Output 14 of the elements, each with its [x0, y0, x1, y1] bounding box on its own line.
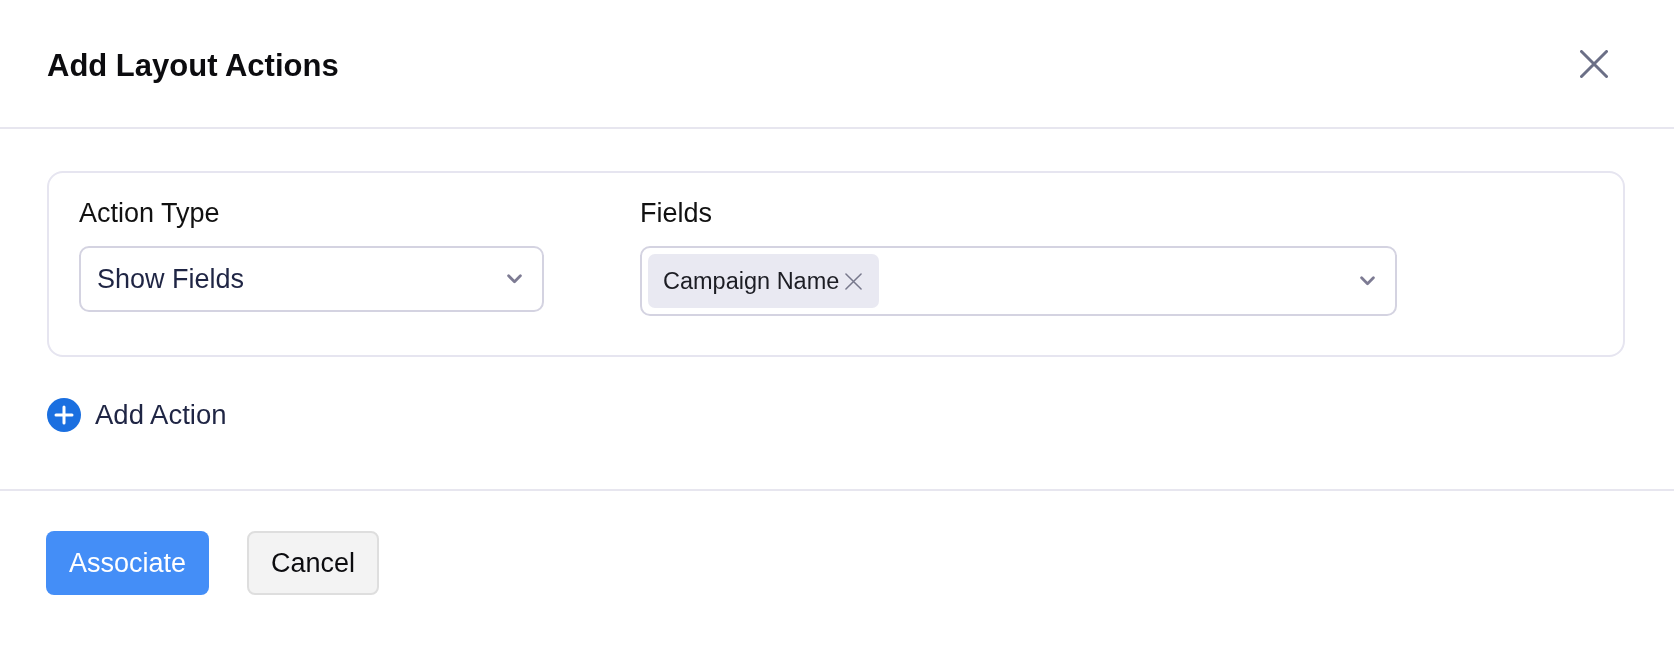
- close-icon: [1580, 49, 1608, 78]
- chevron-down-icon: [1360, 276, 1375, 286]
- field-label: Fields: [640, 197, 713, 229]
- close-button[interactable]: [1580, 49, 1608, 78]
- field-label: Action Type: [79, 197, 220, 229]
- chevron-down-icon: [507, 274, 522, 284]
- dialog-title: Add Layout Actions: [47, 47, 339, 85]
- chip-label: Campaign Name: [663, 267, 840, 295]
- add-action-button[interactable]: Add Action: [47, 398, 227, 432]
- plus-circle-icon: [47, 398, 81, 432]
- fields-select[interactable]: Campaign Name: [640, 246, 1397, 316]
- cancel-button[interactable]: Cancel: [247, 531, 380, 595]
- action-type-select[interactable]: Show Fields: [79, 246, 544, 312]
- remove-icon[interactable]: [845, 272, 863, 290]
